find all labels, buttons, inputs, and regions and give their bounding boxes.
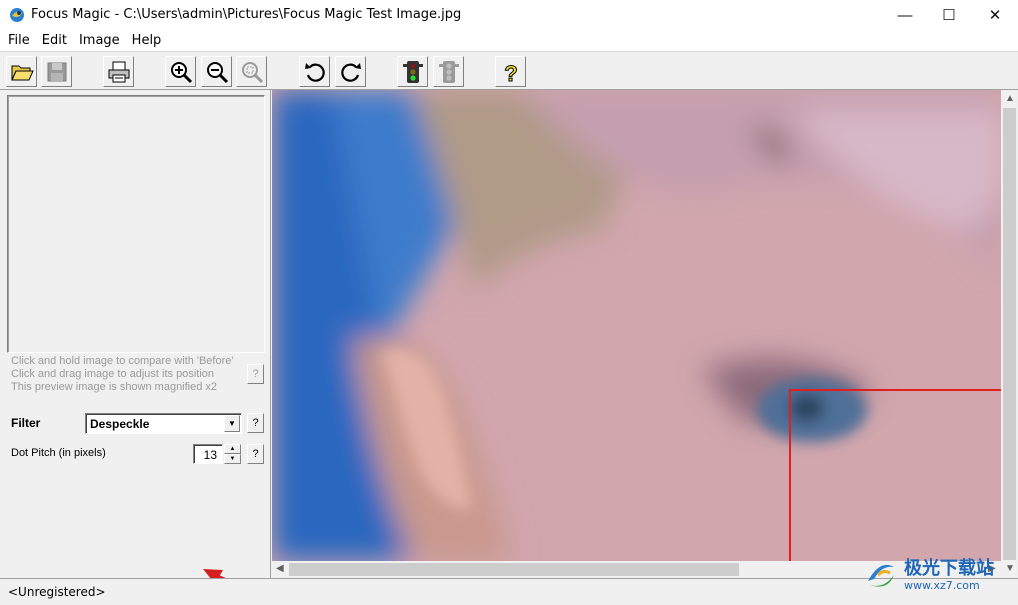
- menu-image[interactable]: Image: [73, 30, 126, 52]
- chevron-down-icon[interactable]: ▼: [224, 415, 240, 432]
- watermark-url: www.xz7.com: [904, 578, 980, 592]
- maximize-button[interactable]: ☐: [926, 0, 972, 30]
- dot-pitch-label: Dot Pitch (in pixels): [11, 447, 106, 459]
- watermark-swirl-icon: [868, 564, 894, 587]
- help-glyph: ?: [504, 61, 517, 84]
- rotate-left-button[interactable]: [299, 56, 330, 87]
- print-button[interactable]: [103, 56, 134, 87]
- help-button[interactable]: ?: [495, 56, 526, 87]
- traffic-light-icon: [402, 60, 423, 83]
- traffic-light-disabled-icon: [438, 60, 459, 83]
- watermark-logo: 极光下载站 www.xz7.com: [860, 550, 1016, 600]
- scroll-left-icon[interactable]: ◀: [276, 563, 284, 574]
- vertical-scrollbar[interactable]: ▲ ▼: [1001, 90, 1018, 578]
- menu-help[interactable]: Help: [126, 30, 168, 52]
- window-title: Focus Magic - C:\Users\admin\Pictures\Fo…: [31, 7, 462, 22]
- preview-image[interactable]: [7, 95, 265, 353]
- floppy-disk-icon: [47, 62, 66, 81]
- zoom-in-button[interactable]: [165, 56, 196, 87]
- rotate-right-icon: [340, 62, 361, 82]
- minimize-button[interactable]: —: [882, 0, 928, 30]
- rotate-left-icon: [304, 62, 325, 82]
- title-bar: Focus Magic - C:\Users\admin\Pictures\Fo…: [0, 0, 1018, 30]
- status-text: <Unregistered>: [8, 585, 106, 599]
- filter-label: Filter: [11, 416, 41, 430]
- zoom-in-icon: [170, 61, 192, 83]
- open-button[interactable]: [6, 56, 37, 87]
- image-canvas[interactable]: [272, 90, 1001, 561]
- preview-hint-magnify: This preview image is shown magnified x2: [11, 381, 218, 393]
- toolbar: ?: [0, 52, 1018, 90]
- stop-button[interactable]: [433, 56, 464, 87]
- folder-open-icon: [10, 65, 34, 80]
- rotate-right-button[interactable]: [335, 56, 366, 87]
- dot-pitch-help-button[interactable]: ?: [247, 444, 264, 464]
- photo-image: [272, 90, 1001, 561]
- settings-panel: Click and hold image to compare with 'Be…: [0, 90, 286, 605]
- preview-help-button[interactable]: ?: [247, 364, 264, 384]
- dot-pitch-input[interactable]: 13: [193, 444, 223, 464]
- app-logo-icon: [10, 8, 24, 22]
- horizontal-scroll-thumb[interactable]: [289, 563, 739, 576]
- preview-hint-drag: Click and drag image to adjust its posit…: [11, 368, 214, 380]
- dot-pitch-stepper[interactable]: ▲ ▼: [224, 444, 241, 464]
- preview-hint-compare: Click and hold image to compare with 'Be…: [11, 355, 234, 367]
- printer-icon: [108, 61, 129, 82]
- question-icon: ?: [503, 60, 517, 84]
- menu-edit[interactable]: Edit: [36, 30, 73, 52]
- spin-down-icon[interactable]: ▼: [224, 454, 241, 464]
- filter-value: Despeckle: [90, 417, 150, 431]
- close-button[interactable]: ✕: [972, 0, 1018, 30]
- zoom-fit-button[interactable]: [236, 56, 267, 87]
- spin-up-icon[interactable]: ▲: [224, 444, 241, 454]
- save-button[interactable]: [41, 56, 72, 87]
- process-button[interactable]: [397, 56, 428, 87]
- menu-file[interactable]: File: [2, 30, 36, 52]
- zoom-out-icon: [206, 61, 228, 83]
- vertical-scroll-thumb[interactable]: [1003, 108, 1016, 560]
- menu-bar: File Edit Image Help: [0, 30, 1018, 52]
- watermark-brand: 极光下载站: [904, 557, 994, 579]
- filter-dropdown[interactable]: Despeckle ▼: [85, 413, 242, 434]
- filter-help-button[interactable]: ?: [247, 413, 264, 433]
- zoom-fit-icon: [241, 61, 263, 83]
- scroll-up-icon[interactable]: ▲: [1005, 93, 1015, 104]
- zoom-out-button[interactable]: [201, 56, 232, 87]
